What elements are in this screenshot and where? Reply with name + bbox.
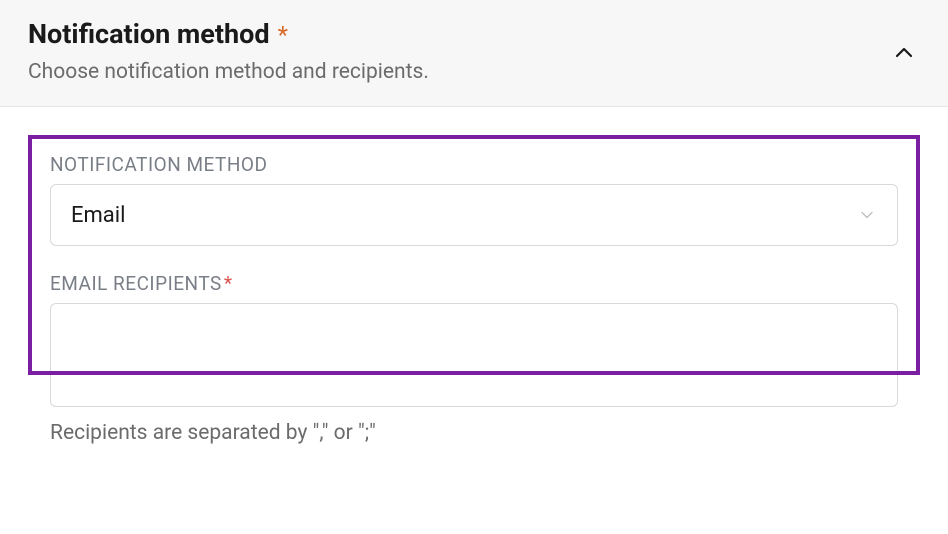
collapse-toggle[interactable] (890, 39, 918, 67)
chevron-down-icon (857, 205, 877, 225)
recipients-helper-text: Recipients are separated by "," or ";" (50, 421, 898, 445)
form-inner: NOTIFICATION METHOD Email EMAIL RECIPIEN… (28, 135, 920, 445)
form-stack: NOTIFICATION METHOD Email EMAIL RECIPIEN… (28, 135, 920, 445)
panel-title-text: Notification method (28, 18, 270, 50)
recipients-label-text: EMAIL RECIPIENTS (50, 272, 222, 295)
method-field-label: NOTIFICATION METHOD (50, 153, 898, 176)
chevron-up-icon (892, 41, 916, 65)
panel-title: Notification method * (28, 18, 920, 50)
required-indicator: * (278, 21, 288, 49)
panel-subtitle: Choose notification method and recipient… (28, 60, 920, 84)
recipients-field-label: EMAIL RECIPIENTS* (50, 272, 898, 295)
select-value: Email (71, 203, 857, 228)
notification-method-select[interactable]: Email (50, 184, 898, 246)
email-recipients-input[interactable] (50, 303, 898, 407)
required-indicator: * (224, 272, 233, 295)
panel-body: NOTIFICATION METHOD Email EMAIL RECIPIEN… (0, 107, 948, 473)
panel-header: Notification method * Choose notificatio… (0, 0, 948, 107)
